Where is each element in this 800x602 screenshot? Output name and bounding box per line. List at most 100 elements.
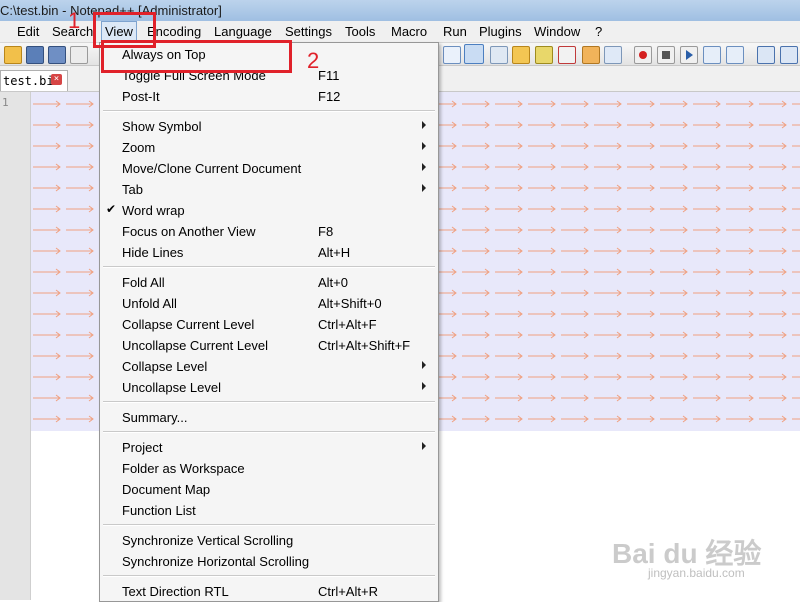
- tab-arrow-symbol: [693, 352, 721, 360]
- menu-item-label: Move/Clone Current Document: [122, 161, 302, 176]
- tab-arrow-symbol: [693, 247, 721, 255]
- menu-item-shortcut: F8: [318, 224, 334, 239]
- menu-item-label: Tab: [122, 182, 143, 197]
- tab-arrow-symbol: [759, 331, 787, 339]
- menu-item-show-symbol[interactable]: Show Symbol: [100, 116, 438, 137]
- tab-arrow-symbol: [462, 289, 490, 297]
- menu-item-tab[interactable]: Tab: [100, 179, 438, 200]
- menu-item-label: Uncollapse Current Level: [122, 338, 268, 353]
- menu-item-label: Synchronize Horizontal Scrolling: [122, 554, 310, 569]
- tab-arrow-symbol: [627, 268, 655, 276]
- play-macro-icon[interactable]: [680, 46, 698, 64]
- close-file-icon[interactable]: [70, 46, 88, 64]
- tab-arrow-symbol: [561, 142, 589, 150]
- tab-arrow-symbol: [33, 184, 61, 192]
- tab-arrow-symbol: [726, 331, 754, 339]
- menu-item-collapse-current-level[interactable]: Collapse Current Level Ctrl+Alt+F: [100, 314, 438, 335]
- line-number: 1: [2, 96, 9, 109]
- menu-edit[interactable]: Edit: [17, 24, 39, 39]
- save-icon[interactable]: [26, 46, 44, 64]
- save-all-icon[interactable]: [48, 46, 66, 64]
- tab-arrow-symbol: [759, 163, 787, 171]
- show-all-characters-icon[interactable]: [464, 44, 484, 64]
- menu-item-shortcut: F12: [318, 89, 341, 104]
- record-macro-icon[interactable]: [634, 46, 652, 64]
- menu-macro[interactable]: Macro: [391, 24, 427, 39]
- menu-item-post-it[interactable]: Post-It F12: [100, 86, 438, 107]
- word-wrap-icon[interactable]: [443, 46, 461, 64]
- menu-window[interactable]: Window: [534, 24, 580, 39]
- tab-arrow-symbol: [660, 373, 688, 381]
- tab-arrow-symbol: [66, 373, 94, 381]
- menu-item-label: Show Symbol: [122, 119, 202, 134]
- submenu-arrow-icon: [422, 121, 426, 129]
- user-language-icon[interactable]: [512, 46, 530, 64]
- menu-item-shortcut: Alt+H: [318, 245, 351, 260]
- menu-language[interactable]: Language: [214, 24, 272, 39]
- menu-plugins[interactable]: Plugins: [479, 24, 522, 39]
- tab-arrow-symbol: [495, 415, 523, 423]
- save-macro-icon[interactable]: [726, 46, 744, 64]
- tab-arrow-symbol: [462, 247, 490, 255]
- folder-workspace-icon[interactable]: [582, 46, 600, 64]
- menu-help[interactable]: ?: [595, 24, 602, 39]
- tab-arrow-symbol: [726, 310, 754, 318]
- menu-item-uncollapse-level[interactable]: Uncollapse Level: [100, 377, 438, 398]
- menu-item-function-list[interactable]: Function List: [100, 500, 438, 521]
- monitoring-icon[interactable]: [604, 46, 622, 64]
- tab-arrow-symbol: [627, 310, 655, 318]
- tab-arrow-symbol: [528, 205, 556, 213]
- tab-test-bin[interactable]: test.bin ×: [0, 70, 68, 91]
- menu-item-text-direction-rtl[interactable]: Text Direction RTL Ctrl+Alt+R: [100, 581, 438, 602]
- function-list-icon[interactable]: [558, 46, 576, 64]
- tab-arrow-symbol: [528, 415, 556, 423]
- tab-arrow-symbol: [660, 100, 688, 108]
- tab-arrow-symbol: [693, 394, 721, 402]
- menu-item-hide-lines[interactable]: Hide Lines Alt+H: [100, 242, 438, 263]
- submenu-arrow-icon: [422, 142, 426, 150]
- menu-item-collapse-level[interactable]: Collapse Level: [100, 356, 438, 377]
- extra-toolbar-icon[interactable]: [780, 46, 798, 64]
- close-tab-icon[interactable]: ×: [51, 74, 62, 85]
- tab-arrow-symbol: [33, 205, 61, 213]
- menu-item-folder-as-workspace[interactable]: Folder as Workspace: [100, 458, 438, 479]
- run-macro-multiple-icon[interactable]: [703, 46, 721, 64]
- tab-arrow-symbol: [33, 352, 61, 360]
- menu-item-move-clone[interactable]: Move/Clone Current Document: [100, 158, 438, 179]
- menu-item-focus-another-view[interactable]: Focus on Another View F8: [100, 221, 438, 242]
- menu-run[interactable]: Run: [443, 24, 467, 39]
- tab-arrow-symbol: [693, 268, 721, 276]
- tab-arrow-symbol: [561, 352, 589, 360]
- tab-arrow-symbol: [594, 226, 622, 234]
- syntax-icon[interactable]: [757, 46, 775, 64]
- menu-item-sync-horizontal-scrolling[interactable]: Synchronize Horizontal Scrolling: [100, 551, 438, 572]
- tab-arrow-symbol: [792, 103, 800, 105]
- open-file-icon[interactable]: [4, 46, 22, 64]
- document-map-icon[interactable]: [535, 46, 553, 64]
- menu-tools[interactable]: Tools: [345, 24, 375, 39]
- menu-item-document-map[interactable]: Document Map: [100, 479, 438, 500]
- submenu-arrow-icon: [422, 382, 426, 390]
- menu-item-sync-vertical-scrolling[interactable]: Synchronize Vertical Scrolling: [100, 530, 438, 551]
- menu-item-summary[interactable]: Summary...: [100, 407, 438, 428]
- tab-arrow-symbol: [66, 310, 94, 318]
- tab-arrow-symbol: [693, 310, 721, 318]
- menu-item-project[interactable]: Project: [100, 437, 438, 458]
- tab-arrow-symbol: [495, 163, 523, 171]
- tab-arrow-symbol: [495, 310, 523, 318]
- menu-item-uncollapse-current-level[interactable]: Uncollapse Current Level Ctrl+Alt+Shift+…: [100, 335, 438, 356]
- tab-arrow-symbol: [759, 352, 787, 360]
- tab-arrow-symbol: [627, 226, 655, 234]
- stop-macro-icon[interactable]: [657, 46, 675, 64]
- menu-item-shortcut: Ctrl+Alt+R: [318, 584, 378, 599]
- menu-item-zoom[interactable]: Zoom: [100, 137, 438, 158]
- menu-item-fold-all[interactable]: Fold All Alt+0: [100, 272, 438, 293]
- tab-arrow-symbol: [726, 289, 754, 297]
- menu-item-word-wrap[interactable]: ✔ Word wrap: [100, 200, 438, 221]
- indent-guide-icon[interactable]: [490, 46, 508, 64]
- tab-arrow-symbol: [792, 334, 800, 336]
- menu-settings[interactable]: Settings: [285, 24, 332, 39]
- menu-item-label: Text Direction RTL: [122, 584, 229, 599]
- tab-arrow-symbol: [726, 184, 754, 192]
- menu-item-unfold-all[interactable]: Unfold All Alt+Shift+0: [100, 293, 438, 314]
